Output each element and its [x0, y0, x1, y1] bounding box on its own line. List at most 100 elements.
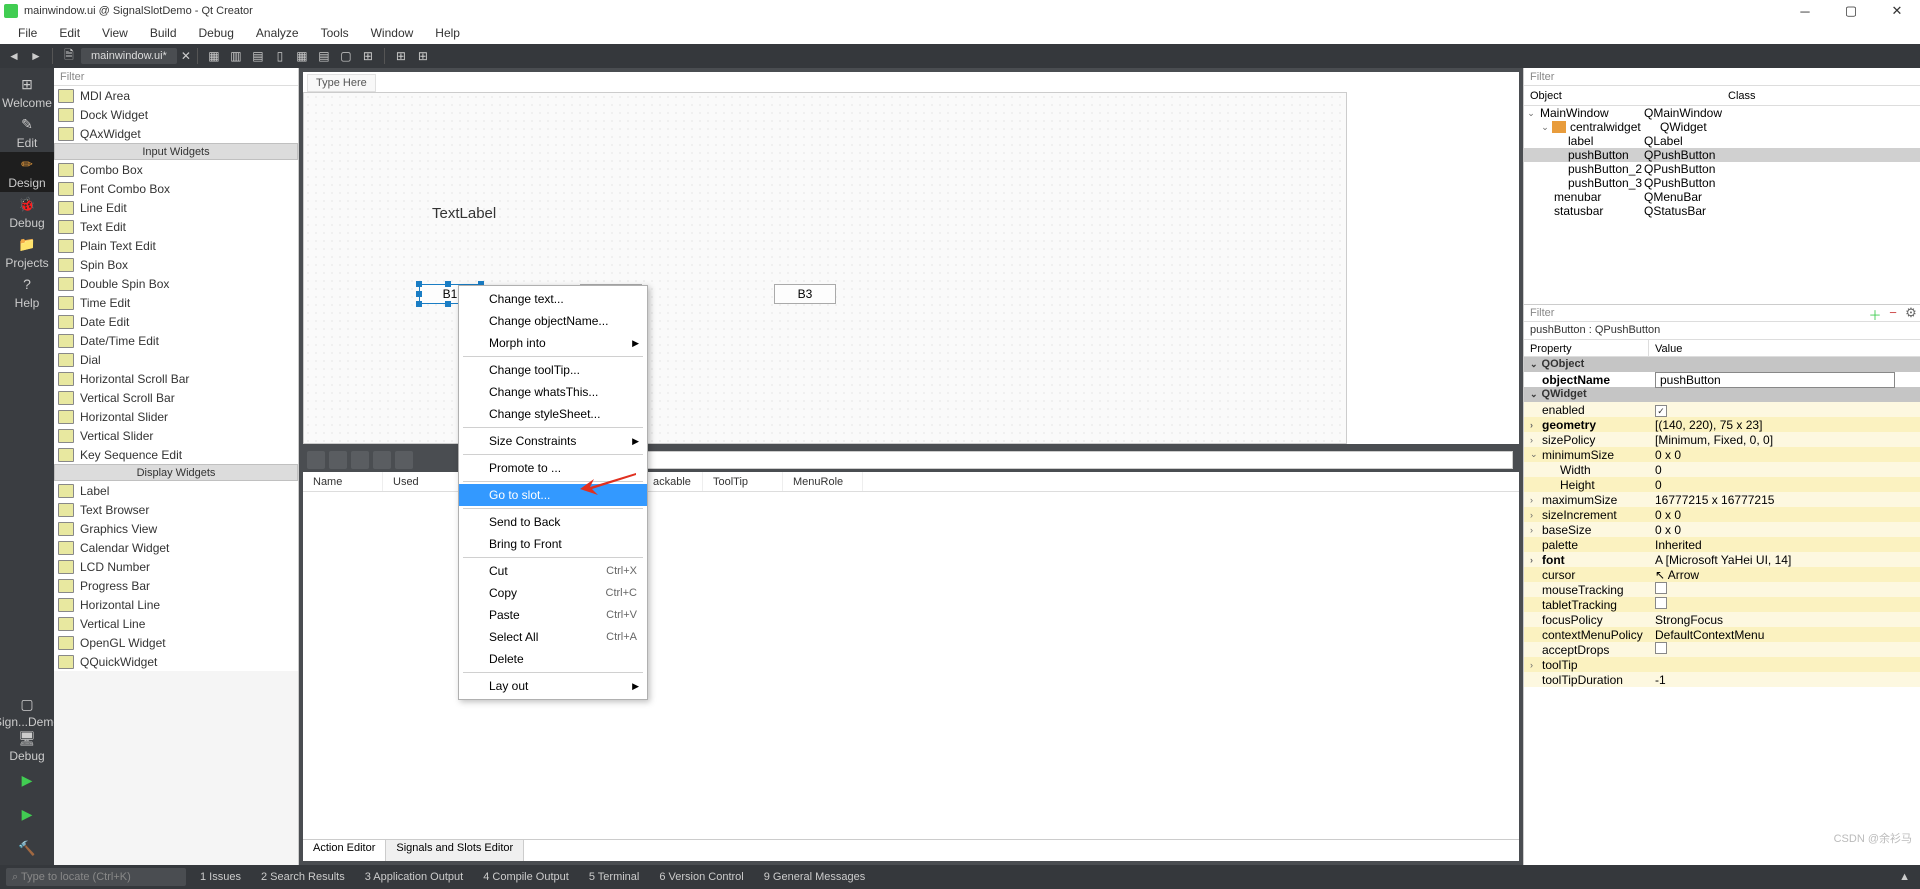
- menu-view[interactable]: View: [92, 24, 138, 42]
- resize-handle[interactable]: [445, 301, 451, 307]
- locator-input[interactable]: ⌕ Type to locate (Ctrl+K): [6, 868, 186, 886]
- menu-build[interactable]: Build: [140, 24, 187, 42]
- debug-run-button[interactable]: ▶: [0, 797, 54, 831]
- object-tree-row[interactable]: ⌄MainWindowQMainWindow: [1524, 106, 1920, 120]
- context-menu-item[interactable]: Select AllCtrl+A: [459, 626, 647, 648]
- widget-item[interactable]: Progress Bar: [54, 576, 298, 595]
- checkbox[interactable]: [1655, 597, 1667, 609]
- action-col-header[interactable]: ackable: [643, 472, 703, 491]
- context-menu-item[interactable]: Change objectName...: [459, 310, 647, 332]
- object-tree-row[interactable]: menubarQMenuBar: [1524, 190, 1920, 204]
- expand-icon[interactable]: ›: [1530, 420, 1542, 430]
- widget-item[interactable]: Combo Box: [54, 160, 298, 179]
- object-filter[interactable]: Filter: [1524, 68, 1920, 86]
- widget-item[interactable]: Dock Widget: [54, 105, 298, 124]
- widget-item[interactable]: QAxWidget: [54, 124, 298, 143]
- widget-item[interactable]: MDI Area: [54, 86, 298, 105]
- context-menu-item[interactable]: Morph into▶: [459, 332, 647, 354]
- widget-item[interactable]: Label: [54, 481, 298, 500]
- object-tree-row[interactable]: labelQLabel: [1524, 134, 1920, 148]
- property-section[interactable]: ⌄QObject: [1524, 357, 1920, 372]
- layout-hbox-icon[interactable]: ▦: [204, 46, 224, 66]
- tab-close-icon[interactable]: ✕: [181, 49, 191, 63]
- widget-item[interactable]: Vertical Slider: [54, 426, 298, 445]
- config-action-icon[interactable]: [395, 451, 413, 469]
- context-menu-item[interactable]: Change toolTip...: [459, 359, 647, 381]
- widget-item[interactable]: Horizontal Scroll Bar: [54, 369, 298, 388]
- property-row[interactable]: ⌄minimumSize0 x 0: [1524, 447, 1920, 462]
- resize-handle[interactable]: [416, 301, 422, 307]
- context-menu-item[interactable]: Delete: [459, 648, 647, 670]
- checkbox[interactable]: [1655, 582, 1667, 594]
- property-row[interactable]: ›maximumSize16777215 x 16777215: [1524, 492, 1920, 507]
- property-filter[interactable]: Filter: [1524, 307, 1866, 319]
- object-tree-row[interactable]: pushButton_3QPushButton: [1524, 176, 1920, 190]
- expand-icon[interactable]: ›: [1530, 495, 1542, 505]
- menubar-placeholder[interactable]: Type Here: [307, 74, 376, 92]
- layout-hsplit-icon[interactable]: ▤: [248, 46, 268, 66]
- widget-item[interactable]: Key Sequence Edit: [54, 445, 298, 464]
- object-header-name[interactable]: Object: [1524, 86, 1722, 105]
- break-layout-icon[interactable]: ▢: [336, 46, 356, 66]
- status-pane-button[interactable]: 9 General Messages: [754, 871, 876, 883]
- property-row[interactable]: mouseTracking: [1524, 582, 1920, 597]
- mode-projects[interactable]: 📁Projects: [0, 232, 54, 272]
- property-row[interactable]: tabletTracking: [1524, 597, 1920, 612]
- property-row[interactable]: acceptDrops: [1524, 642, 1920, 657]
- expand-icon[interactable]: ›: [1530, 660, 1542, 670]
- open-tab[interactable]: mainwindow.ui*: [81, 48, 177, 64]
- new-action-icon[interactable]: [307, 451, 325, 469]
- action-col-header[interactable]: ToolTip: [703, 472, 783, 491]
- forward-icon[interactable]: ►: [26, 46, 46, 66]
- widget-item[interactable]: QQuickWidget: [54, 652, 298, 671]
- layout-vbox-icon[interactable]: ▥: [226, 46, 246, 66]
- menu-edit[interactable]: Edit: [49, 24, 90, 42]
- property-row[interactable]: ›sizePolicy[Minimum, Fixed, 0, 0]: [1524, 432, 1920, 447]
- widget-item[interactable]: Calendar Widget: [54, 538, 298, 557]
- context-menu-item[interactable]: Change styleSheet...: [459, 403, 647, 425]
- property-row[interactable]: toolTipDuration-1: [1524, 672, 1920, 687]
- context-menu-item[interactable]: Bring to Front: [459, 533, 647, 555]
- delete-action-icon[interactable]: [373, 451, 391, 469]
- property-row[interactable]: contextMenuPolicyDefaultContextMenu: [1524, 627, 1920, 642]
- property-row[interactable]: ›baseSize0 x 0: [1524, 522, 1920, 537]
- context-menu-item[interactable]: Change text...: [459, 288, 647, 310]
- widget-item[interactable]: Graphics View: [54, 519, 298, 538]
- property-row[interactable]: ›geometry[(140, 220), 75 x 23]: [1524, 417, 1920, 432]
- widget-item[interactable]: Text Edit: [54, 217, 298, 236]
- build-button[interactable]: 🔨: [0, 831, 54, 865]
- layout-form-icon[interactable]: ▤: [314, 46, 334, 66]
- layout-grid-icon[interactable]: ▦: [292, 46, 312, 66]
- back-icon[interactable]: ◄: [4, 46, 24, 66]
- close-button[interactable]: ✕: [1874, 0, 1920, 22]
- widget-item[interactable]: Horizontal Line: [54, 595, 298, 614]
- property-header-value[interactable]: Value: [1649, 340, 1688, 356]
- file-icon[interactable]: 🗎: [59, 46, 79, 66]
- widget-filter[interactable]: Filter: [54, 68, 298, 86]
- paste-action-icon[interactable]: [351, 451, 369, 469]
- status-pane-button[interactable]: 4 Compile Output: [473, 871, 579, 883]
- widget-item[interactable]: Dial: [54, 350, 298, 369]
- property-row[interactable]: paletteInherited: [1524, 537, 1920, 552]
- property-row[interactable]: focusPolicyStrongFocus: [1524, 612, 1920, 627]
- expand-icon[interactable]: ⌄: [1524, 108, 1538, 119]
- status-pane-button[interactable]: 5 Terminal: [579, 871, 650, 883]
- property-row[interactable]: ›toolTip: [1524, 657, 1920, 672]
- property-row[interactable]: ›fontA [Microsoft YaHei UI, 14]: [1524, 552, 1920, 567]
- object-tree-row[interactable]: ⌄centralwidgetQWidget: [1524, 120, 1920, 134]
- widget-item[interactable]: OpenGL Widget: [54, 633, 298, 652]
- status-pane-button[interactable]: 6 Version Control: [649, 871, 753, 883]
- expand-icon[interactable]: ›: [1530, 525, 1542, 535]
- resize-handle[interactable]: [416, 291, 422, 297]
- context-menu-item[interactable]: Lay out▶: [459, 675, 647, 697]
- status-pane-button[interactable]: 1 Issues: [190, 871, 251, 883]
- layout-vsplit-icon[interactable]: ▯: [270, 46, 290, 66]
- object-header-class[interactable]: Class: [1722, 86, 1920, 105]
- widget-item[interactable]: Double Spin Box: [54, 274, 298, 293]
- resize-handle[interactable]: [445, 281, 451, 287]
- menu-window[interactable]: Window: [361, 24, 424, 42]
- context-menu-item[interactable]: Send to Back: [459, 511, 647, 533]
- context-menu-item[interactable]: CutCtrl+X: [459, 560, 647, 582]
- object-tree-row[interactable]: statusbarQStatusBar: [1524, 204, 1920, 218]
- grid-toggle2-icon[interactable]: ⊞: [413, 46, 433, 66]
